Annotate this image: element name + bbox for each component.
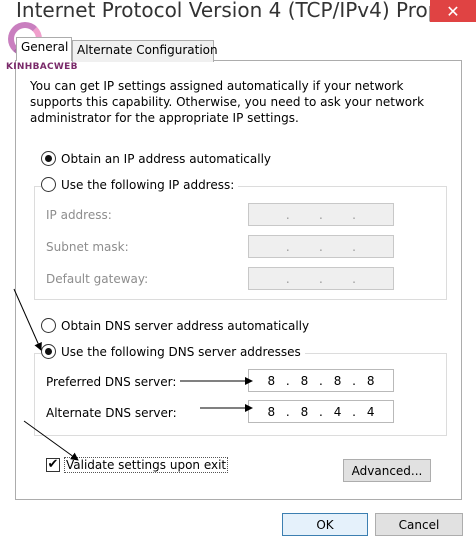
radio-dns-manual-indicator[interactable]: [41, 344, 56, 359]
watermark-text: KINHBACWEB: [6, 62, 78, 72]
preferred-dns-row: Preferred DNS server:: [46, 375, 176, 389]
ok-button-label: OK: [316, 517, 334, 532]
ok-button[interactable]: OK: [282, 513, 368, 536]
dns-octet: 8: [300, 404, 309, 419]
subnet-mask-input[interactable]: . . .: [248, 235, 394, 258]
radio-obtain-ip-auto[interactable]: Obtain an IP address automatically: [41, 151, 271, 166]
radio-ip-manual-indicator[interactable]: [41, 177, 56, 192]
dns-octet: 8: [333, 373, 342, 388]
close-icon: ✕: [446, 1, 460, 21]
title-bar: Internet Protocol Version 4 (TCP/IPv4) P…: [0, 0, 476, 30]
cancel-button-label: Cancel: [398, 517, 440, 532]
tab-general-label: General: [21, 40, 69, 54]
subnet-mask-row: Subnet mask:: [46, 240, 129, 254]
alternate-dns-row: Alternate DNS server:: [46, 406, 177, 420]
tab-general[interactable]: General: [16, 37, 72, 61]
radio-ip-auto-indicator[interactable]: [41, 151, 56, 166]
radio-ip-auto-label: Obtain an IP address automatically: [61, 151, 272, 166]
preferred-dns-label: Preferred DNS server:: [46, 375, 177, 389]
dns-server-group: [34, 353, 447, 436]
radio-dns-auto-label: Obtain DNS server address automatically: [61, 318, 310, 333]
close-button[interactable]: ✕: [430, 0, 476, 22]
dns-octet: 8: [366, 373, 375, 388]
default-gateway-label: Default gateway:: [46, 272, 149, 286]
default-gateway-row: Default gateway:: [46, 272, 148, 286]
radio-use-following-dns[interactable]: Use the following DNS server addresses: [41, 344, 305, 359]
ipv4-properties-dialog: Internet Protocol Version 4 (TCP/IPv4) P…: [0, 0, 476, 547]
tab-alternate-configuration[interactable]: Alternate Configuration: [72, 40, 218, 62]
radio-dns-auto-indicator[interactable]: [41, 318, 56, 333]
cancel-button[interactable]: Cancel: [375, 513, 463, 536]
dns-octet: 8: [300, 373, 309, 388]
validate-settings-row[interactable]: ✔ Validate settings upon exit: [46, 457, 229, 473]
validate-settings-label: Validate settings upon exit: [64, 457, 229, 473]
dns-octet: 8: [267, 373, 276, 388]
dns-octet: 4: [366, 404, 375, 419]
radio-use-following-ip[interactable]: Use the following IP address:: [41, 177, 239, 192]
checkmark-icon: ✔: [47, 457, 59, 472]
advanced-button[interactable]: Advanced...: [343, 459, 431, 482]
advanced-button-label: Advanced...: [351, 463, 423, 478]
ip-address-row: IP address:: [46, 208, 112, 222]
preferred-dns-input[interactable]: 8. 8. 8. 8: [248, 369, 394, 392]
window-title: Internet Protocol Version 4 (TCP/IPv4) P…: [16, 0, 476, 22]
dns-octet: 4: [333, 404, 342, 419]
radio-ip-manual-label: Use the following IP address:: [61, 177, 235, 192]
subnet-mask-label: Subnet mask:: [46, 240, 129, 254]
tab-alternate-configuration-label: Alternate Configuration: [77, 43, 218, 57]
description-text: You can get IP settings assigned automat…: [30, 79, 425, 125]
alternate-dns-label: Alternate DNS server:: [46, 406, 177, 420]
dns-octet: 8: [267, 404, 276, 419]
alternate-dns-input[interactable]: 8. 8. 4. 4: [248, 400, 394, 423]
ip-address-label: IP address:: [46, 208, 112, 222]
default-gateway-input[interactable]: . . .: [248, 267, 394, 290]
ip-address-input[interactable]: . . .: [248, 203, 394, 226]
radio-dns-manual-label: Use the following DNS server addresses: [61, 344, 301, 359]
radio-obtain-dns-auto[interactable]: Obtain DNS server address automatically: [41, 318, 309, 333]
validate-settings-checkbox[interactable]: ✔: [46, 458, 60, 472]
